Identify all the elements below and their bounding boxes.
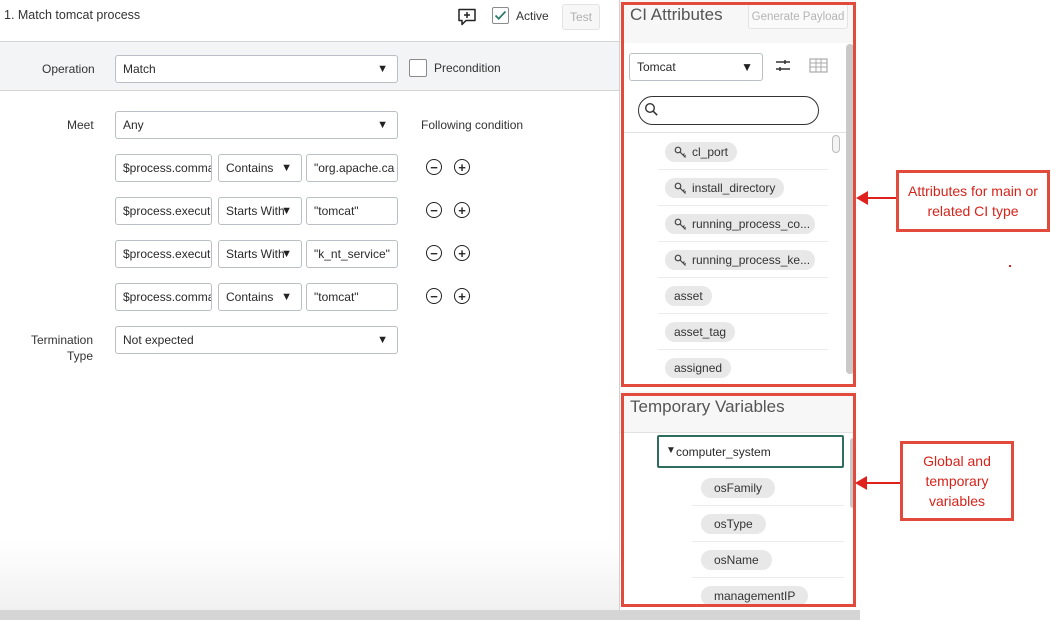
meet-select[interactable]: Any ▼	[115, 111, 398, 139]
condition-operator-value: Starts With	[226, 204, 285, 218]
add-condition-button[interactable]: +	[454, 202, 470, 218]
stray-dot	[1009, 265, 1011, 267]
condition-operator-value: Contains	[226, 290, 274, 304]
condition-field-value: $process.comma	[123, 161, 212, 175]
termination-label: Termination	[31, 333, 94, 347]
checkmark-icon	[494, 10, 507, 20]
condition-field-input[interactable]: $process.execut	[115, 240, 212, 268]
chevron-down-icon: ▼	[377, 119, 388, 131]
condition-value-text: "org.apache.ca	[314, 161, 395, 175]
attributes-callout: Attributes for main or related CI type	[896, 170, 1050, 232]
variables-callout: Global and temporary variables	[900, 441, 1014, 521]
chevron-down-icon: ▼	[377, 63, 388, 75]
condition-field-value: $process.execut	[123, 247, 211, 261]
bottom-scrollbar[interactable]	[0, 610, 860, 620]
add-condition-button[interactable]: +	[454, 159, 470, 175]
chevron-down-icon: ▼	[281, 205, 292, 217]
active-label: Active	[516, 9, 549, 23]
remove-condition-button[interactable]: −	[426, 288, 442, 304]
add-condition-button[interactable]: +	[454, 245, 470, 261]
condition-operator-select[interactable]: Contains ▼	[218, 283, 302, 311]
condition-field-value: $process.comma	[123, 290, 212, 304]
rule-title: 1. Match tomcat process	[4, 8, 141, 22]
condition-field-input[interactable]: $process.execut	[115, 197, 212, 225]
remove-condition-button[interactable]: −	[426, 202, 442, 218]
chevron-down-icon: ▼	[281, 162, 292, 174]
remove-condition-button[interactable]: −	[426, 159, 442, 175]
active-checkbox[interactable]	[492, 7, 509, 24]
termination-label-type: Type	[67, 349, 94, 363]
arrow-left-icon	[856, 191, 868, 205]
condition-operator-select[interactable]: Contains ▼	[218, 154, 302, 182]
condition-value-text: "k_nt_service"	[314, 247, 390, 261]
meet-label: Meet	[67, 118, 94, 132]
condition-field-value: $process.execut	[123, 204, 211, 218]
precondition-label: Precondition	[434, 61, 501, 75]
test-button[interactable]: Test	[562, 4, 600, 30]
condition-value-input[interactable]: "k_nt_service"	[306, 240, 398, 268]
condition-operator-value: Starts With	[226, 247, 285, 261]
condition-value-text: "tomcat"	[314, 290, 359, 304]
temporary-variables-highlight	[621, 393, 856, 607]
arrow-left-icon	[855, 476, 867, 490]
operation-value: Match	[123, 62, 156, 76]
operation-label: Operation	[42, 62, 95, 76]
condition-field-input[interactable]: $process.comma	[115, 154, 212, 182]
chevron-down-icon: ▼	[377, 334, 388, 346]
remove-condition-button[interactable]: −	[426, 245, 442, 261]
termination-value: Not expected	[123, 333, 194, 347]
chevron-down-icon: ▼	[281, 291, 292, 303]
operation-select[interactable]: Match ▼	[115, 55, 398, 83]
termination-select[interactable]: Not expected ▼	[115, 326, 398, 354]
variables-arrow-line	[866, 482, 900, 484]
precondition-checkbox[interactable]	[409, 59, 427, 77]
chevron-down-icon: ▼	[281, 248, 292, 260]
condition-value-input[interactable]: "tomcat"	[306, 283, 398, 311]
ci-attributes-highlight	[621, 2, 856, 387]
condition-field-input[interactable]: $process.comma	[115, 283, 212, 311]
condition-operator-select[interactable]: Starts With ▼	[218, 240, 302, 268]
condition-operator-value: Contains	[226, 161, 274, 175]
add-condition-button[interactable]: +	[454, 288, 470, 304]
meet-value: Any	[123, 118, 144, 132]
condition-value-input[interactable]: "org.apache.ca	[306, 154, 398, 182]
condition-value-input[interactable]: "tomcat"	[306, 197, 398, 225]
condition-value-text: "tomcat"	[314, 204, 359, 218]
add-comment-icon[interactable]	[457, 8, 477, 26]
following-condition-label: Following condition	[421, 118, 524, 132]
condition-operator-select[interactable]: Starts With ▼	[218, 197, 302, 225]
footer-shade	[0, 540, 620, 610]
attributes-arrow-line	[866, 197, 896, 199]
